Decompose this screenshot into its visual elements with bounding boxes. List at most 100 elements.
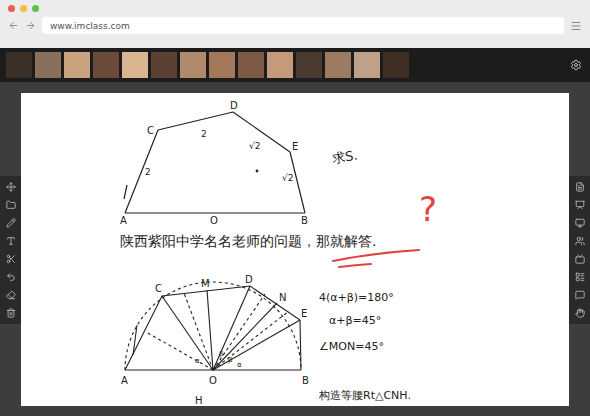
window-controls	[8, 5, 582, 12]
undo-icon	[6, 272, 16, 282]
tool-button[interactable]	[3, 271, 19, 283]
tool-button[interactable]	[572, 253, 588, 265]
tool-button[interactable]	[3, 235, 19, 247]
vertex-label: C	[147, 125, 154, 136]
tv-icon	[575, 254, 585, 264]
menu-icon[interactable]	[570, 20, 582, 32]
back-arrow-icon[interactable]	[8, 20, 19, 31]
vertex-label: D	[230, 100, 238, 111]
segment	[125, 212, 305, 213]
participant-avatar[interactable]	[354, 52, 380, 78]
tool-button[interactable]	[3, 181, 19, 193]
app-window: www.imclass.comAOBCDE22√2√2求S.陕西紫阳中学名名老师…	[0, 0, 590, 416]
top-figure	[124, 112, 305, 213]
url-field[interactable]: www.imclass.com	[42, 17, 564, 34]
angle-label: β	[219, 350, 223, 358]
tool-button[interactable]	[572, 235, 588, 247]
minimize-dot[interactable]	[20, 5, 27, 12]
segment	[125, 130, 158, 213]
angle-label: β	[228, 356, 232, 364]
participant-avatar[interactable]	[151, 52, 177, 78]
participant-avatar[interactable]	[93, 52, 119, 78]
vertex-label: E	[292, 141, 298, 152]
tick-mark	[133, 325, 137, 355]
red-annotation: ?	[419, 189, 437, 229]
forward-arrow-icon[interactable]	[25, 20, 36, 31]
side-label: 2	[145, 167, 151, 177]
angle-label: α	[237, 361, 242, 369]
radius-line	[162, 296, 213, 370]
vertex-label: O	[210, 215, 218, 226]
participant-avatar[interactable]	[238, 52, 264, 78]
participant-strip	[0, 48, 590, 82]
workspace: AOBCDE22√2√2求S.陕西紫阳中学名名老师的问题，那就解答.?AOBCM…	[0, 82, 590, 416]
vertex-label: D	[245, 274, 253, 285]
move-icon	[6, 182, 16, 192]
angle-label: α	[195, 357, 200, 365]
participant-avatar[interactable]	[325, 52, 351, 78]
scissors-icon	[6, 254, 16, 264]
pencil-icon	[6, 218, 16, 228]
folder-icon	[6, 200, 16, 210]
presentation-icon	[575, 200, 585, 210]
vertex-label: O	[209, 375, 217, 386]
tool-button[interactable]	[572, 289, 588, 301]
side-label: √2	[282, 173, 293, 183]
text-icon	[6, 236, 16, 246]
whiteboard[interactable]: AOBCDE22√2√2求S.陕西紫阳中学名名老师的问题，那就解答.?AOBCM…	[21, 93, 569, 406]
tool-button[interactable]	[572, 199, 588, 211]
tool-button[interactable]	[3, 289, 19, 301]
dashed-line	[146, 332, 213, 370]
tool-button[interactable]	[3, 199, 19, 211]
side-label: √2	[249, 141, 260, 151]
construction-note: 构造等腰Rt△CNH.	[318, 389, 411, 402]
vertex-label: A	[121, 375, 128, 386]
participant-avatar[interactable]	[296, 52, 322, 78]
participant-avatar[interactable]	[209, 52, 235, 78]
tool-button[interactable]	[3, 253, 19, 265]
close-dot[interactable]	[8, 5, 15, 12]
red-underline	[333, 250, 419, 267]
participant-avatar[interactable]	[64, 52, 90, 78]
left-toolbar	[0, 93, 21, 406]
gear-icon[interactable]	[570, 59, 582, 71]
dashed-line	[213, 311, 289, 370]
participant-avatar[interactable]	[6, 52, 32, 78]
vertex-label: H	[195, 395, 203, 406]
maximize-dot[interactable]	[32, 5, 39, 12]
right-toolbar	[569, 93, 590, 406]
tool-button[interactable]	[572, 271, 588, 283]
dashed-line	[213, 294, 265, 370]
whiteboard-canvas[interactable]: AOBCDE22√2√2求S.陕西紫阳中学名名老师的问题，那就解答.?AOBCM…	[21, 93, 569, 406]
dashed-line	[184, 293, 213, 370]
segment	[233, 112, 290, 152]
trash-icon	[6, 308, 16, 318]
vertex-label: B	[301, 215, 308, 226]
vertex-label: B	[302, 375, 309, 386]
polygon	[125, 286, 301, 370]
radius-line	[213, 320, 300, 370]
monitor-icon	[575, 218, 585, 228]
vertex-label: A	[120, 215, 127, 226]
segment	[158, 112, 233, 130]
participant-avatar[interactable]	[180, 52, 206, 78]
tool-button[interactable]	[572, 217, 588, 229]
participant-avatar[interactable]	[383, 52, 409, 78]
participant-avatar[interactable]	[122, 52, 148, 78]
file-icon	[575, 182, 585, 192]
tool-button[interactable]	[3, 307, 19, 319]
vertex-label: E	[301, 308, 307, 319]
list-icon	[575, 272, 585, 282]
participant-avatar[interactable]	[267, 52, 293, 78]
chat-icon	[575, 290, 585, 300]
users-icon	[575, 236, 585, 246]
tick-mark	[124, 185, 127, 199]
equation: ∠MON=45°	[319, 340, 384, 353]
dot-mark	[256, 170, 258, 172]
tool-button[interactable]	[572, 181, 588, 193]
side-label: 2	[201, 129, 207, 139]
tool-button[interactable]	[3, 217, 19, 229]
participant-avatar[interactable]	[35, 52, 61, 78]
vertex-label: C	[155, 283, 162, 294]
tool-button[interactable]	[572, 307, 588, 319]
